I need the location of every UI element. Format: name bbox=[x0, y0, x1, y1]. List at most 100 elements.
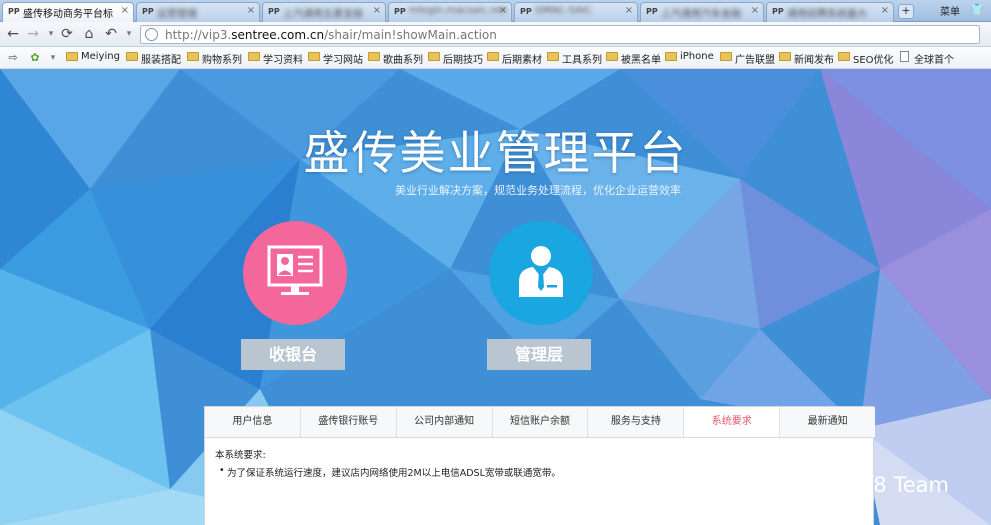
cashier-circle-button[interactable] bbox=[243, 221, 347, 325]
manager-button[interactable]: 管理层 bbox=[487, 339, 591, 370]
bookmark-label: 学习网站 bbox=[323, 55, 363, 66]
folder-icon bbox=[187, 52, 199, 61]
page-icon bbox=[900, 51, 909, 62]
bookmark-label: 歌曲系列 bbox=[383, 55, 423, 66]
folder-icon bbox=[368, 52, 380, 61]
bookmark-item[interactable]: 购物系列 bbox=[187, 51, 242, 66]
cashier-module[interactable]: 收银台 bbox=[241, 221, 347, 370]
bookmark-item[interactable]: 工具系列 bbox=[547, 51, 602, 66]
undo-icon[interactable]: ↶ bbox=[102, 25, 120, 43]
tab-favicon-icon: PP bbox=[772, 7, 784, 16]
sentree-favicon-icon: PP bbox=[8, 7, 20, 16]
requirements-heading: 本系统要求: bbox=[215, 450, 266, 461]
tab-internal-notice[interactable]: 公司内部通知 bbox=[396, 407, 493, 437]
close-tab-icon[interactable]: × bbox=[625, 5, 633, 16]
watermark: f8 Team bbox=[834, 473, 949, 497]
browser-tab[interactable]: PP 上汽通用汽车金融 × bbox=[640, 2, 764, 22]
tab-favicon-icon: PP bbox=[520, 7, 532, 16]
tab-title: 上汽通用五菱宝骏 bbox=[283, 9, 363, 20]
folder-icon bbox=[720, 52, 732, 61]
page-title: 盛传美业管理平台 bbox=[303, 126, 688, 180]
bookmark-item[interactable]: 后期素材 bbox=[487, 51, 542, 66]
tab-system-requirements[interactable]: 系统要求 bbox=[684, 407, 781, 437]
tab-bar: PP 盛传移动商务平台标 × PP 运营管理 × PP 上汽通用五菱宝骏 × P… bbox=[0, 0, 991, 22]
folder-icon bbox=[248, 52, 260, 61]
browser-tab[interactable]: PP 通用招聘系统最大 × bbox=[766, 2, 894, 22]
bookmark-item[interactable]: SEO优化 bbox=[838, 51, 894, 66]
address-bar[interactable]: http://vip3.sentree.com.cn/shair/main!sh… bbox=[140, 25, 980, 44]
tab-service-support[interactable]: 服务与支持 bbox=[588, 407, 685, 437]
close-tab-icon[interactable]: × bbox=[499, 5, 507, 16]
refresh-icon[interactable]: ⟳ bbox=[58, 25, 76, 43]
tab-favicon-icon: PP bbox=[268, 7, 280, 16]
bookmark-label: 服装搭配 bbox=[141, 55, 181, 66]
new-tab-button[interactable]: + bbox=[898, 4, 914, 19]
bookmark-item[interactable]: 学习网站 bbox=[308, 51, 363, 66]
wechat-icon bbox=[835, 476, 861, 495]
tab-title: mlogin.macsaic.net bbox=[409, 5, 507, 16]
bookmark-label: 被黑名单 bbox=[621, 55, 661, 66]
page-content: 盛传美业管理平台 美业行业解决方案，规范业务处理流程，优化企业运营效率 收银台 bbox=[0, 69, 991, 525]
bookmark-item[interactable]: 后期技巧 bbox=[428, 51, 483, 66]
manager-module[interactable]: 管理层 bbox=[487, 221, 593, 370]
folder-icon bbox=[547, 52, 559, 61]
home-icon[interactable]: ⌂ bbox=[80, 25, 98, 43]
bookmark-label: 后期技巧 bbox=[443, 55, 483, 66]
close-tab-icon[interactable]: × bbox=[247, 5, 255, 16]
bookmark-label: SEO优化 bbox=[853, 55, 894, 66]
close-tab-icon[interactable]: × bbox=[881, 5, 889, 16]
bookmark-item[interactable]: 歌曲系列 bbox=[368, 51, 423, 66]
browser-tab[interactable]: PP GMAC-SAIC × bbox=[514, 2, 638, 22]
bookmark-label: 购物系列 bbox=[202, 55, 242, 66]
browser-tab[interactable]: PP 运营管理 × bbox=[136, 2, 260, 22]
cashier-button[interactable]: 收银台 bbox=[241, 339, 345, 370]
tab-latest-notice[interactable]: 最新通知 bbox=[780, 407, 876, 437]
bookmark-item[interactable]: 服装搭配 bbox=[126, 51, 181, 66]
navigation-bar: ← → ▾ ⟳ ⌂ ↶ ▾ http://vip3.sentree.com.cn… bbox=[0, 22, 991, 47]
folder-icon bbox=[487, 52, 499, 61]
bookmark-label: Meiying bbox=[81, 51, 120, 62]
folder-icon bbox=[126, 52, 138, 61]
close-tab-icon[interactable]: × bbox=[751, 5, 759, 16]
tab-title: 通用招聘系统最大 bbox=[787, 9, 867, 20]
close-tab-icon[interactable]: × bbox=[373, 5, 381, 16]
url-text[interactable]: http://vip3.sentree.com.cn/shair/main!sh… bbox=[165, 28, 497, 42]
requirements-item: 为了保证系统运行速度，建议店内网络使用2M以上电信ADSL宽带或联通宽带。 bbox=[219, 465, 561, 479]
url-path: /shair/main!showMain.action bbox=[324, 28, 497, 42]
star-icon[interactable]: ✿ bbox=[26, 49, 44, 67]
bookmark-label: 后期素材 bbox=[502, 55, 542, 66]
shirt-icon[interactable]: 👕 bbox=[970, 3, 984, 16]
menu-label[interactable]: 菜单 bbox=[940, 3, 960, 18]
bookmark-item[interactable]: iPhone bbox=[665, 51, 714, 62]
monitor-icon bbox=[267, 245, 323, 295]
bookmark-label: 学习资料 bbox=[263, 55, 303, 66]
close-tab-icon[interactable]: × bbox=[121, 5, 129, 16]
tab-title: 运营管理 bbox=[157, 9, 197, 20]
bookmark-item[interactable]: 广告联盟 bbox=[720, 51, 775, 66]
tab-user-info[interactable]: 用户信息 bbox=[205, 407, 301, 437]
bookmark-item[interactable]: 学习资料 bbox=[248, 51, 303, 66]
url-prefix: http://vip3. bbox=[165, 28, 232, 42]
browser-tab-active[interactable]: PP 盛传移动商务平台标 × bbox=[2, 2, 134, 22]
folder-icon bbox=[66, 52, 78, 61]
browser-tab[interactable]: PP 上汽通用五菱宝骏 × bbox=[262, 2, 386, 22]
bookmark-item[interactable]: Meiying bbox=[66, 51, 120, 62]
star-dropdown-icon[interactable]: ▾ bbox=[44, 49, 62, 67]
bookmark-item[interactable]: 新闻发布 bbox=[779, 51, 834, 66]
bookmark-item[interactable]: 被黑名单 bbox=[606, 51, 661, 66]
back-arrow-icon[interactable]: ← bbox=[4, 25, 22, 43]
bookmarks-bar: ⇨ ✿ ▾ Meiying 服装搭配 购物系列 学习资料 学习网站 歌曲系列 后… bbox=[0, 47, 991, 69]
url-domain: sentree.com.cn bbox=[231, 28, 325, 42]
folder-icon bbox=[838, 52, 850, 61]
bookmark-label: 全球首个 bbox=[914, 55, 954, 66]
undo-dropdown-icon[interactable]: ▾ bbox=[120, 25, 138, 43]
bookmark-toggle-icon[interactable]: ⇨ bbox=[4, 49, 22, 67]
tab-favicon-icon: PP bbox=[142, 7, 154, 16]
browser-tab[interactable]: PP mlogin.macsaic.net × bbox=[388, 2, 512, 22]
tab-bank-account[interactable]: 盛传银行账号 bbox=[300, 407, 397, 437]
tab-sms-balance[interactable]: 短信账户余额 bbox=[492, 407, 589, 437]
tab-title: 上汽通用汽车金融 bbox=[661, 9, 741, 20]
forward-arrow-icon[interactable]: → bbox=[24, 25, 42, 43]
manager-circle-button[interactable] bbox=[489, 221, 593, 325]
bookmark-item[interactable]: 全球首个 bbox=[899, 51, 954, 66]
